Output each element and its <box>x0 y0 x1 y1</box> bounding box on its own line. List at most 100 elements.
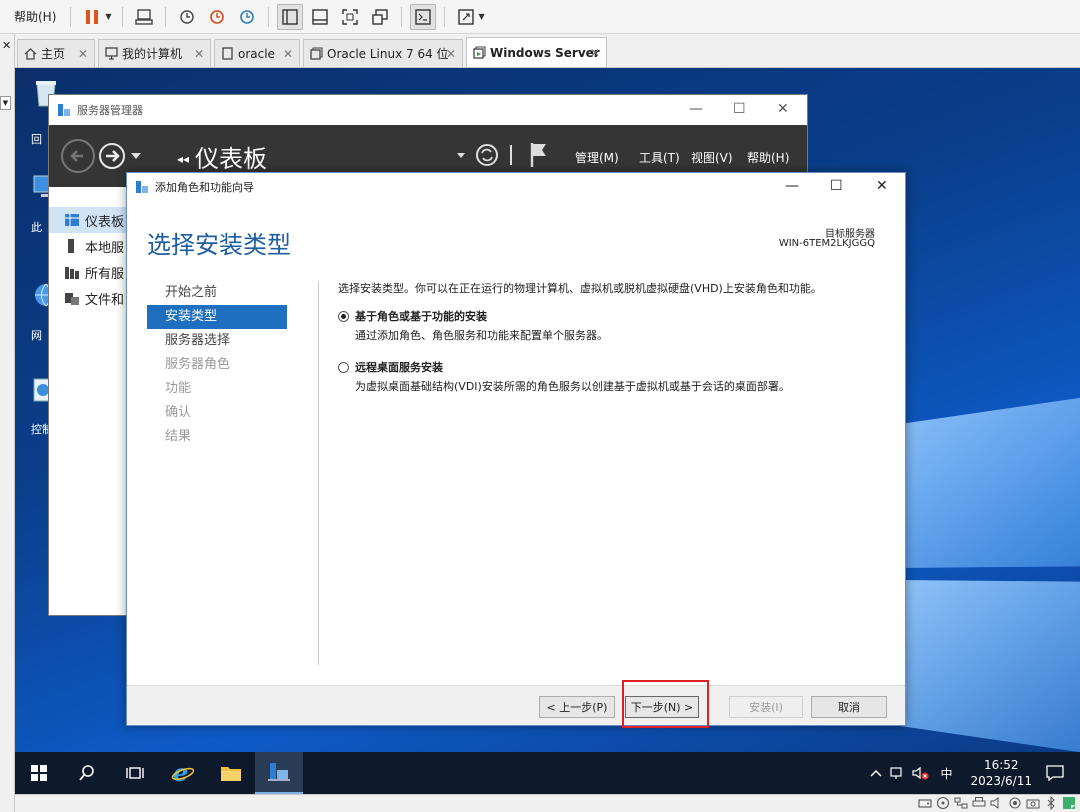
show-library-button[interactable] <box>276 3 303 30</box>
tab-label: Windows Server <box>490 45 600 60</box>
toolbar-separator <box>267 6 269 27</box>
pause-button[interactable] <box>79 4 105 30</box>
bottom-panel-icon <box>311 8 328 25</box>
taskbar-file-explorer[interactable] <box>207 752 255 794</box>
show-hidden-icons-icon[interactable] <box>870 768 882 778</box>
sound-card-icon[interactable] <box>990 796 1004 810</box>
library-dropdown-icon[interactable]: ▼ <box>0 96 11 110</box>
toolbar-separator <box>400 6 402 27</box>
notes-icon[interactable] <box>1062 796 1076 810</box>
menu-help[interactable]: 帮助(H) <box>747 149 789 166</box>
revert-snapshot-button[interactable] <box>204 4 230 30</box>
nav-history-dropdown-icon[interactable] <box>131 153 141 161</box>
menu-manage[interactable]: 管理(M) <box>575 149 619 166</box>
step-server-selection[interactable]: 服务器选择 <box>147 329 287 353</box>
sidebar-item-all-servers[interactable]: 所有服 <box>49 259 129 285</box>
tab-my-computer[interactable]: 我的计算机 ✕ <box>98 39 211 67</box>
sidebar-item-label: 文件和 <box>85 292 125 308</box>
close-button[interactable]: ✕ <box>777 101 789 117</box>
sidebar-item-local-server[interactable]: 本地服 <box>49 233 129 259</box>
forward-button[interactable] <box>99 143 125 169</box>
tab-home[interactable]: 主页 ✕ <box>17 39 95 67</box>
close-library-icon[interactable]: ✕ <box>2 39 11 52</box>
send-ctrl-alt-del-button[interactable] <box>131 4 157 30</box>
tab-oracle[interactable]: oracle ✕ <box>214 39 300 67</box>
notifications-flag-icon[interactable] <box>529 141 551 169</box>
terminal-icon <box>414 8 431 25</box>
option-remote-desktop[interactable]: 远程桌面服务安装 为虚拟桌面基础结构(VDI)安装所需的角色服务以创建基于虚拟机… <box>338 359 888 394</box>
search-button[interactable] <box>63 752 111 794</box>
wizard-steps-nav: 开始之前 安装类型 服务器选择 服务器角色 功能 确认 结果 <box>147 281 287 449</box>
printer-icon[interactable] <box>972 796 986 810</box>
maximize-button[interactable]: ☐ <box>830 178 843 194</box>
step-features: 功能 <box>165 381 192 396</box>
option-title[interactable]: 远程桌面服务安装 <box>355 359 443 375</box>
sidebar-item-dashboard[interactable]: 仪表板 <box>49 207 129 233</box>
previous-button[interactable]: < 上一步(P) <box>539 696 615 718</box>
stretch-guest-button[interactable] <box>453 4 479 30</box>
back-button[interactable] <box>61 139 95 173</box>
server-manager-titlebar[interactable]: 服务器管理器 — ☐ ✕ <box>49 95 807 125</box>
step-before-you-begin[interactable]: 开始之前 <box>147 281 287 305</box>
revert-snapshot-icon <box>209 9 224 24</box>
usb-icon[interactable] <box>1008 796 1022 810</box>
back-arrow-icon <box>70 150 83 162</box>
step-server-roles: 服务器角色 <box>165 357 231 372</box>
next-button[interactable]: 下一步(N) > <box>625 696 699 718</box>
bluetooth-icon[interactable] <box>1044 796 1058 810</box>
maximize-button[interactable]: ☐ <box>733 101 746 117</box>
refresh-icon[interactable] <box>473 141 501 169</box>
network-adapter-icon[interactable] <box>954 796 968 810</box>
option-description: 通过添加角色、角色服务和功能来配置单个服务器。 <box>355 329 608 342</box>
help-menu[interactable]: 帮助(H) <box>6 8 64 25</box>
tab-oracle-linux[interactable]: Oracle Linux 7 64 位 ✕ <box>303 39 463 67</box>
radio-remote-desktop[interactable] <box>338 361 349 373</box>
menu-view[interactable]: 视图(V) <box>691 149 733 166</box>
taskbar-server-manager[interactable] <box>255 752 303 794</box>
radio-role-based[interactable] <box>338 310 349 322</box>
stretch-dropdown-icon[interactable]: ▼ <box>479 12 485 21</box>
wizard-titlebar[interactable]: 添加角色和功能向导 — ☐ ✕ <box>127 173 905 201</box>
minimize-button[interactable]: — <box>689 101 703 117</box>
network-status-icon[interactable] <box>890 766 906 780</box>
sidebar-item-label: 所有服 <box>85 266 125 282</box>
minimize-button[interactable]: — <box>785 178 799 194</box>
option-role-based[interactable]: 基于角色或基于功能的安装 通过添加角色、角色服务和功能来配置单个服务器。 <box>338 308 888 343</box>
start-button[interactable] <box>15 752 63 794</box>
breadcrumb-prefix-icon: ◂◂ <box>177 152 190 166</box>
unity-button[interactable] <box>367 4 393 30</box>
clock[interactable]: 16:52 2023/6/11 <box>970 757 1032 789</box>
step-installation-type[interactable]: 安装类型 <box>147 305 287 329</box>
computer-icon <box>105 47 118 60</box>
close-icon[interactable]: ✕ <box>78 47 88 61</box>
ime-indicator[interactable]: 中 <box>940 765 952 782</box>
pause-dropdown-icon[interactable]: ▼ <box>105 12 111 21</box>
taskbar-ie[interactable]: e <box>159 752 207 794</box>
windows-taskbar: e 中 16:52 2023/6/11 <box>15 752 1080 794</box>
close-icon[interactable]: ✕ <box>446 47 456 61</box>
close-button[interactable]: ✕ <box>876 178 888 194</box>
resize-icon <box>457 8 474 25</box>
breadcrumb-dropdown-icon[interactable] <box>457 153 465 159</box>
camera-icon[interactable] <box>1026 796 1040 810</box>
close-icon[interactable]: ✕ <box>283 47 293 61</box>
console-view-button[interactable] <box>409 3 436 30</box>
tab-windows-server[interactable]: Windows Server ✕ <box>466 37 607 67</box>
snapshot-manager-button[interactable] <box>234 4 260 30</box>
fullscreen-button[interactable] <box>337 4 363 30</box>
close-icon[interactable]: ✕ <box>590 46 600 60</box>
volume-muted-icon[interactable] <box>912 766 930 780</box>
snapshot-button[interactable] <box>174 4 200 30</box>
sidebar-item-file-storage[interactable]: 文件和 <box>49 285 129 311</box>
option-title[interactable]: 基于角色或基于功能的安装 <box>355 308 487 324</box>
menu-tools[interactable]: 工具(T) <box>639 149 680 166</box>
notification-center-icon[interactable] <box>1046 765 1064 781</box>
cd-dvd-icon[interactable] <box>936 796 950 810</box>
forward-arrow-icon <box>106 150 120 162</box>
hard-disk-icon[interactable] <box>918 796 932 810</box>
task-view-button[interactable] <box>111 752 159 794</box>
toolbar-separator <box>164 6 166 27</box>
thumbnail-bar-button[interactable] <box>307 4 333 30</box>
close-icon[interactable]: ✕ <box>194 47 204 61</box>
cancel-button[interactable]: 取消 <box>811 696 887 718</box>
